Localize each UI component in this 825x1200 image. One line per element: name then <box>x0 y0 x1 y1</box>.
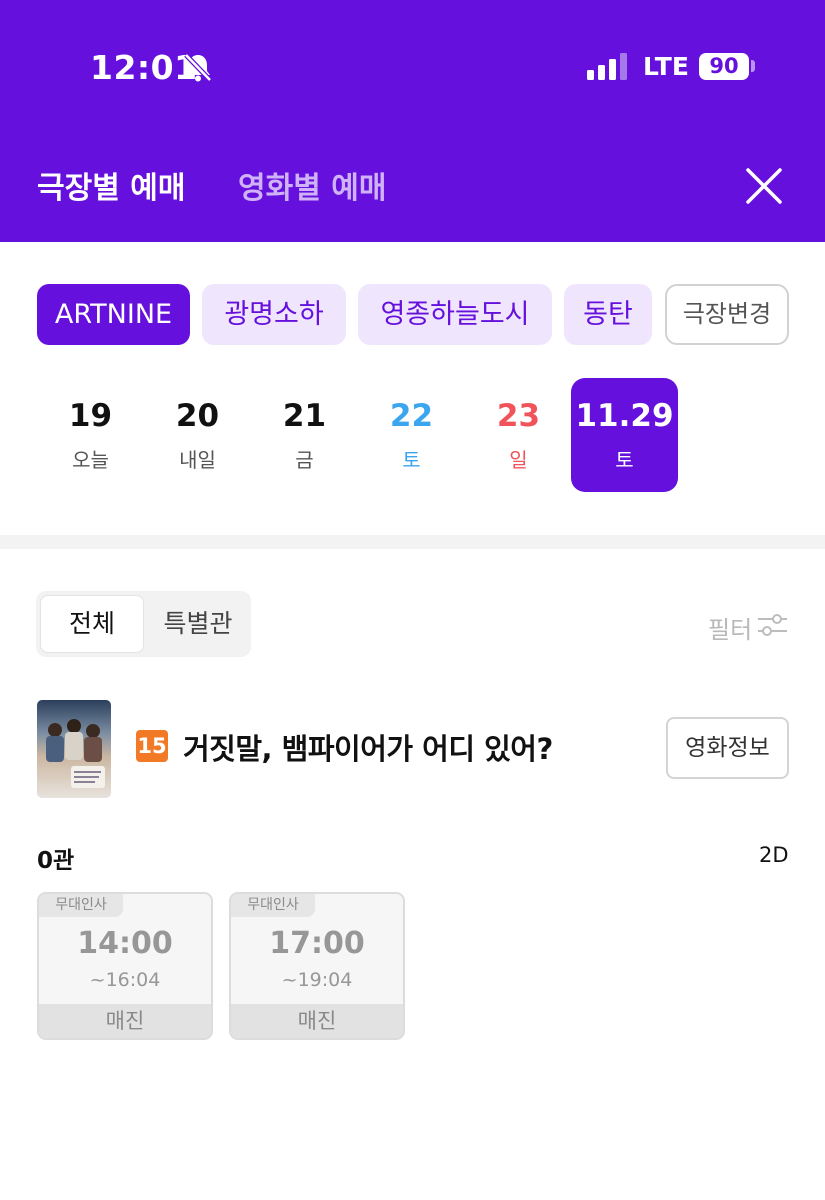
date-22[interactable]: 22 토 <box>358 378 465 492</box>
date-weekday: 내일 <box>179 448 216 472</box>
date-20[interactable]: 20 내일 <box>144 378 251 492</box>
age-rating-badge: 15 <box>136 730 168 762</box>
filter-sliders-icon[interactable] <box>757 611 788 639</box>
date-number: 21 <box>282 398 327 434</box>
filter-label[interactable]: 필터 <box>708 610 752 645</box>
change-theater-button[interactable]: 극장변경 <box>665 284 789 345</box>
date-11-29-selected[interactable]: 11.29 토 <box>571 378 678 492</box>
showtime-start: 14:00 <box>77 926 173 961</box>
network-label: LTE <box>643 52 689 81</box>
tab-movie-booking[interactable]: 영화별 예매 <box>238 163 386 207</box>
sold-out-label: 매진 <box>231 1004 403 1038</box>
date-weekday: 토 <box>402 448 421 472</box>
signal-icon <box>587 53 627 80</box>
segment-special-hall[interactable]: 특별관 <box>148 595 248 653</box>
theater-chip-artnine[interactable]: ARTNINE <box>37 284 190 345</box>
theater-chip-yeongjong[interactable]: 영종하늘도시 <box>358 284 552 345</box>
sold-out-label: 매진 <box>39 1004 211 1038</box>
bell-muted-icon <box>184 53 212 82</box>
app-header: 12:01 LTE 90 극장별 예매 영화별 예매 <box>0 0 825 242</box>
date-weekday: 금 <box>295 448 314 472</box>
date-number: 23 <box>496 398 541 434</box>
stage-greeting-tag: 무대인사 <box>39 894 123 917</box>
theater-chip-gwangmyeong[interactable]: 광명소하 <box>202 284 346 345</box>
date-weekday: 오늘 <box>72 448 109 472</box>
stage-greeting-tag: 무대인사 <box>231 894 315 917</box>
hall-name: 0관 <box>37 848 75 874</box>
date-number: 11.29 <box>575 398 674 434</box>
showtime-card[interactable]: 무대인사 17:00 ~19:04 매진 <box>229 892 405 1040</box>
movie-title[interactable]: 거짓말, 뱀파이어가 어디 있어? <box>183 726 553 768</box>
segment-all[interactable]: 전체 <box>40 595 144 653</box>
date-number: 19 <box>68 398 113 434</box>
date-weekday: 토 <box>615 448 634 472</box>
movie-info-button[interactable]: 영화정보 <box>666 717 789 779</box>
date-21[interactable]: 21 금 <box>251 378 358 492</box>
hall-type-segment: 전체 특별관 <box>36 591 251 657</box>
battery-indicator: 90 <box>699 53 749 80</box>
theater-chip-dongtan[interactable]: 동탄 <box>564 284 652 345</box>
showtime-end: ~16:04 <box>89 969 161 991</box>
movie-poster[interactable] <box>37 700 111 798</box>
date-number: 20 <box>175 398 220 434</box>
showtime-start: 17:00 <box>269 926 365 961</box>
showtime-end: ~19:04 <box>281 969 353 991</box>
battery-tip <box>751 60 755 72</box>
tab-theater-booking[interactable]: 극장별 예매 <box>37 163 185 207</box>
date-number: 22 <box>389 398 434 434</box>
screen-format: 2D <box>759 843 789 867</box>
date-weekday: 일 <box>509 448 528 472</box>
date-19[interactable]: 19 오늘 <box>37 378 144 492</box>
close-icon[interactable] <box>743 165 785 207</box>
section-divider <box>0 535 825 549</box>
date-23[interactable]: 23 일 <box>465 378 572 492</box>
showtime-card[interactable]: 무대인사 14:00 ~16:04 매진 <box>37 892 213 1040</box>
poster-art <box>46 719 105 788</box>
